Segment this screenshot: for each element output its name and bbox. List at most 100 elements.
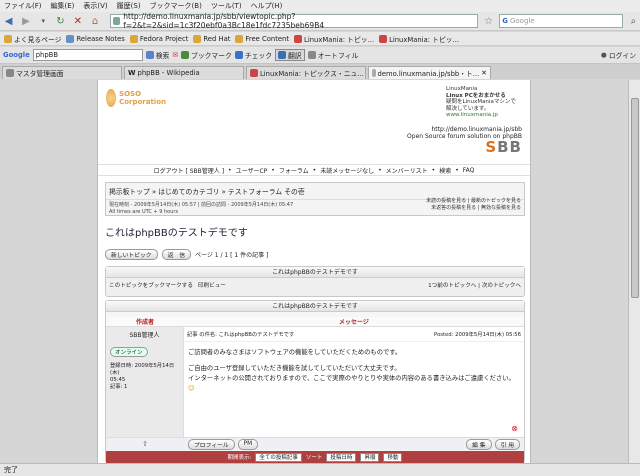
folder-icon (129, 34, 138, 43)
nav-forum[interactable]: フォーラム (279, 166, 309, 175)
menu-history[interactable]: 履歴(S) (117, 1, 141, 11)
toolbar-search[interactable]: 検索 (145, 50, 169, 60)
toolbar-autofill[interactable]: オートフィル (307, 50, 358, 60)
address-bar[interactable]: http://demo.linuxmania.jp/sbb/viewtopic.… (109, 12, 478, 30)
pm-button[interactable]: PM (237, 438, 259, 450)
vertical-scrollbar[interactable] (628, 80, 640, 463)
toolbar-login[interactable]: ● ログイン (601, 50, 636, 60)
back-icon[interactable]: ◀ (2, 14, 15, 28)
menu-tools[interactable]: ツール(T) (211, 1, 242, 11)
nav-members[interactable]: メンバーリスト (386, 166, 428, 175)
close-tab-icon[interactable]: ✕ (481, 69, 487, 77)
bookmark-label: よく見るページ (14, 35, 62, 44)
smiley-icon: ☺ (188, 385, 195, 392)
check-icon (234, 51, 243, 59)
nav-logout[interactable]: ログアウト [ SBB管理人 ] (154, 166, 224, 175)
topic-tools-row: このトピックをブックマークする 印刷ビュー 1つ前のトピックへ | 次のトピック… (106, 278, 524, 292)
topic-tools-title: これはphpBBのテストデモです (106, 267, 524, 278)
tab-linuxmania[interactable]: LinuxMania: トピックス・ニュ... (246, 66, 366, 79)
nav-usercp[interactable]: ユーザーCP (236, 166, 268, 175)
quote-button[interactable]: 引 用 (494, 438, 520, 450)
bookmark-most-visited[interactable]: よく見るページ (4, 34, 61, 44)
nav-unread[interactable]: 未読メッセージなし (320, 166, 374, 175)
sbb-s: S (485, 138, 498, 156)
wikipedia-icon: W (128, 69, 136, 77)
folder-icon (4, 34, 12, 43)
stop-icon[interactable]: ✕ (71, 14, 84, 28)
toolbar-label: ブックマーク (191, 52, 232, 60)
toolbar-label: ログイン (608, 52, 636, 60)
nav-faq[interactable]: FAQ (463, 167, 475, 174)
folder-icon (193, 34, 202, 43)
prev-next-links[interactable]: 1つ前のトピックへ | 次のトピックへ (428, 281, 521, 289)
toolbar-check[interactable]: チェック (234, 50, 272, 60)
message-column: メッセージ (339, 319, 369, 326)
forward-icon[interactable]: ▶ (19, 14, 32, 28)
search-icon (145, 51, 154, 59)
sbb-bb: BB (497, 138, 522, 156)
bookmark-free-content[interactable]: Free Content (235, 34, 289, 43)
linuxmania-ad[interactable]: LinuxMania Linux PCをおまかせる 疑問をLinuxManiaマ… (446, 86, 522, 119)
arrow-up-icon[interactable]: ⇧ (106, 440, 184, 448)
toolbar-bookmarks[interactable]: ブックマーク (181, 50, 232, 60)
nav-sep: • (455, 166, 459, 174)
dropdown-icon[interactable]: ▾ (37, 14, 50, 28)
bookmark-linuxmania-2[interactable]: LinuxMania: トピッ... (379, 34, 459, 44)
toolbar-query[interactable]: phpBB (32, 49, 143, 61)
print-view-link[interactable]: 印刷ビュー (198, 281, 226, 289)
tab-wikipedia[interactable]: WphpBB - Wikipedia (124, 66, 244, 79)
reload-icon[interactable]: ↻ (54, 14, 67, 28)
toolbar-label: 翻訳 (288, 52, 302, 60)
sort-select[interactable]: 投稿日時 (326, 452, 357, 462)
period-select[interactable]: 全ての投稿記事 (255, 452, 302, 462)
menu-bookmarks[interactable]: ブックマーク(B) (150, 1, 202, 11)
scroll-thumb[interactable] (631, 98, 639, 298)
quick-link[interactable]: 未読の投稿を見る | 最新のトピックを見る (426, 198, 521, 205)
mail-icon[interactable]: ✉ (172, 51, 178, 59)
company-logo: SOSO Corporation (106, 86, 166, 110)
reply-button[interactable]: 返 信 (161, 249, 191, 260)
tab-label: phpBB - Wikipedia (137, 69, 200, 77)
logo-mark (106, 89, 117, 107)
bookmark-star-icon[interactable]: ☆ (482, 14, 495, 28)
tab-sbb-demo[interactable]: demo.linuxmania.jp/sbb・ト... ✕ (368, 66, 491, 79)
bookmark-fedora[interactable]: Fedora Project (129, 34, 188, 43)
tab-master-admin[interactable]: マスタ管理画面 (2, 66, 122, 79)
menu-help[interactable]: ヘルプ(H) (251, 1, 283, 11)
home-icon[interactable]: ⌂ (88, 14, 101, 28)
menu-view[interactable]: 表示(V) (83, 1, 107, 11)
go-button[interactable]: 移動 (383, 452, 403, 462)
logo-text: SOSO Corporation (119, 90, 166, 106)
menu-edit[interactable]: 編集(E) (51, 1, 75, 11)
post-body: ご訪問者のみなさまはソフトウェアの機能をしていただくためのものです。 ご自由のユ… (184, 342, 524, 400)
nav-sep: • (228, 166, 232, 174)
tab-favicon (6, 69, 14, 77)
new-topic-button[interactable]: 新しいトピック (105, 249, 158, 260)
bookmark-topic-link[interactable]: このトピックをブックマークする (109, 281, 193, 289)
bookmark-linuxmania-1[interactable]: LinuxMania: トピッ... (294, 34, 374, 44)
bookmark-redhat[interactable]: Red Hat (193, 34, 230, 43)
page-icon (66, 34, 75, 43)
folder-icon (235, 34, 244, 43)
author-name[interactable]: SBB管理人 (106, 327, 183, 339)
topic-title[interactable]: これはphpBBのテストデモです (105, 224, 248, 239)
search-box[interactable]: G Google (499, 14, 623, 28)
joined-time: 05:45 (110, 377, 126, 383)
ad-line: 疑問をLinuxManiaマシンで (446, 99, 516, 105)
order-select[interactable]: 昇順 (360, 452, 380, 462)
edit-button[interactable]: 編 集 (466, 438, 492, 450)
toolbar-translate[interactable]: 翻訳 (275, 49, 305, 61)
quick-link[interactable]: 未返答の投稿を見る | 無効な投稿を見る (426, 205, 521, 212)
bookmark-release-notes[interactable]: Release Notes (66, 34, 125, 43)
search-icon[interactable]: ⌕ (627, 14, 640, 28)
navigation-toolbar: ◀ ▶ ▾ ↻ ✕ ⌂ http://demo.linuxmania.jp/sb… (0, 12, 640, 31)
nav-sep: • (378, 166, 382, 174)
post-subject[interactable]: 記事 の件名: これはphpBBのテストデモです (187, 330, 294, 338)
tab-strip: マスタ管理画面 WphpBB - Wikipedia LinuxMania: ト… (0, 64, 640, 79)
tab-label: マスタ管理画面 (16, 70, 64, 78)
report-icon[interactable]: ⊗ (511, 424, 518, 433)
nav-sep: • (431, 166, 436, 174)
profile-button[interactable]: プロフィール (188, 438, 235, 450)
menu-file[interactable]: ファイル(F) (4, 1, 42, 11)
nav-search[interactable]: 検索 (439, 166, 451, 175)
